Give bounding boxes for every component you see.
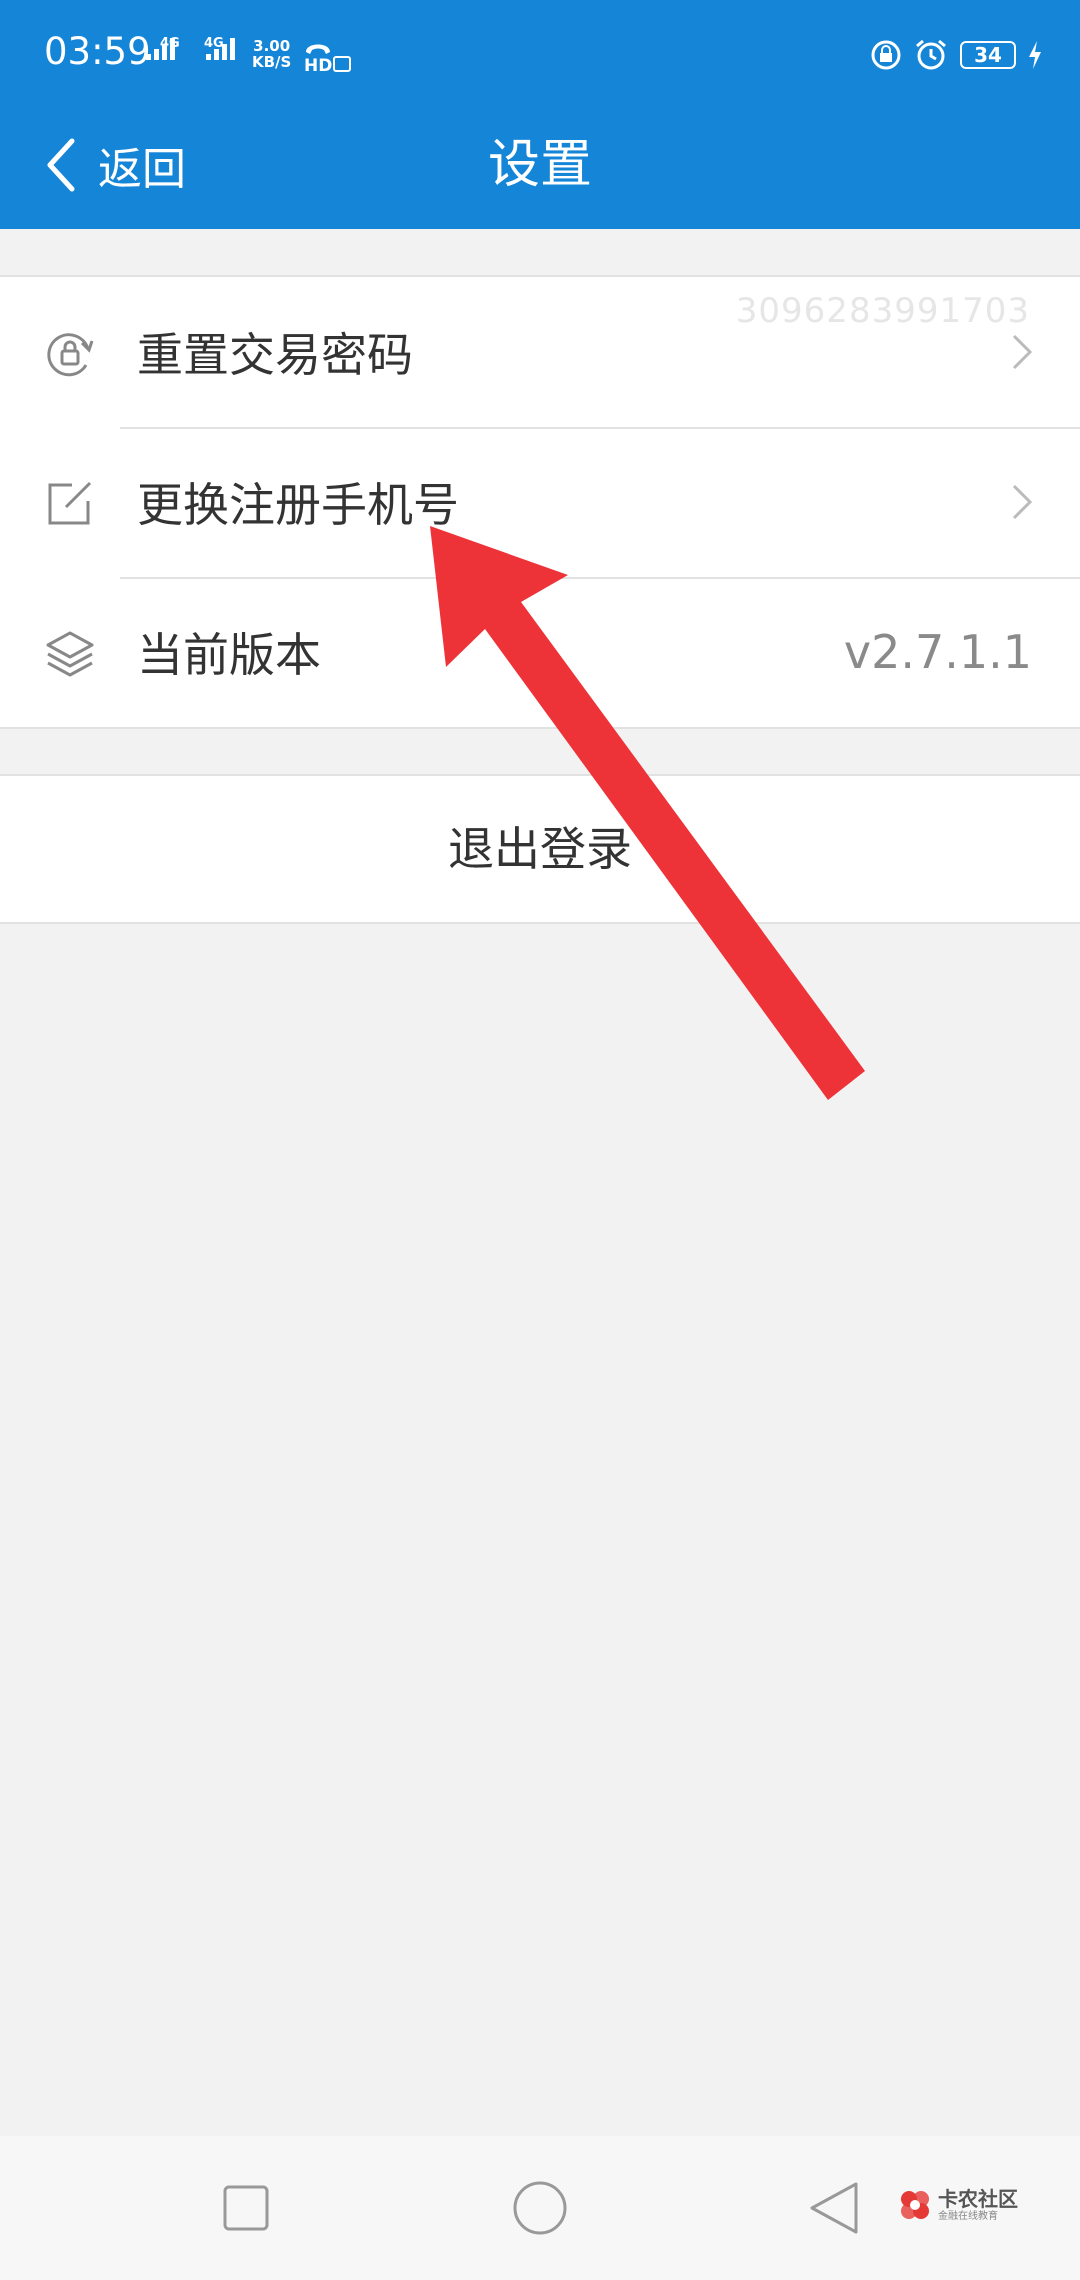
speed-unit: KB/S <box>252 53 292 71</box>
page-title: 设置 <box>487 135 592 195</box>
settings-item-reset-trade-password[interactable]: 重置交易密码 3096283991703 <box>0 277 1080 427</box>
title-bar: 返回 设置 <box>0 110 1080 229</box>
status-bar: 03:59 4G 4G 3.00 KB/S HD 34 <box>0 0 1080 110</box>
chevron-right-icon <box>1012 334 1033 370</box>
hd-voice: HD <box>302 40 354 76</box>
battery-indicator: 34 <box>960 41 1016 69</box>
settings-item-current-version[interactable]: 当前版本 v2.7.1.1 <box>0 577 1080 727</box>
watermark-logo: 卡农社区 金融在线教育 <box>898 2188 1018 2222</box>
recent-apps-button[interactable] <box>210 2172 282 2244</box>
status-time: 03:59 <box>44 30 151 73</box>
app-header: 03:59 4G 4G 3.00 KB/S HD 34 返回 设置 <box>0 0 1080 229</box>
signal1-label: 4G <box>160 36 180 51</box>
layers-icon <box>46 631 94 677</box>
settings-item-label: 更换注册手机号 <box>137 478 459 532</box>
settings-list: 重置交易密码 3096283991703 更换注册手机号 当前版本 v2.7.1… <box>0 275 1080 729</box>
speed-value: 3.00 <box>253 37 291 55</box>
settings-item-label: 重置交易密码 <box>137 328 413 382</box>
back-nav-button[interactable] <box>798 2172 870 2244</box>
settings-item-label: 当前版本 <box>137 628 321 682</box>
chevron-right-icon <box>1012 484 1033 520</box>
watermark-sub: 金融在线教育 <box>938 2210 998 2222</box>
system-nav-bar: 卡农社区 金融在线教育 <box>0 2136 1080 2280</box>
hd-phone-icon: HD <box>304 44 351 76</box>
logout-button[interactable]: 退出登录 <box>0 774 1080 924</box>
network-speed: 3.00 KB/S <box>252 38 291 70</box>
alarm-icon <box>916 39 946 70</box>
kanong-logo-icon <box>901 2191 929 2219</box>
version-value: v2.7.1.1 <box>843 625 1032 679</box>
hd-label: HD <box>304 56 332 72</box>
overlay-id-text: 3096283991703 <box>735 291 1030 331</box>
home-button[interactable] <box>504 2172 576 2244</box>
lock-refresh-icon <box>47 333 94 377</box>
status-right: 34 <box>870 38 1042 72</box>
charging-icon <box>1029 41 1041 69</box>
watermark-main: 卡农社区 <box>938 2186 1018 2211</box>
edit-icon <box>48 481 92 525</box>
rotation-lock-icon <box>871 40 901 70</box>
settings-item-change-phone[interactable]: 更换注册手机号 <box>0 427 1080 577</box>
signal2-label: 4G <box>204 36 224 51</box>
